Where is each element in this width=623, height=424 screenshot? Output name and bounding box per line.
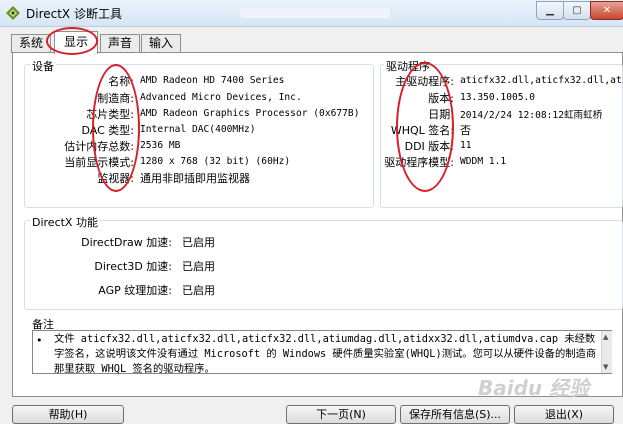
annotation-ellipse-device-labels — [92, 64, 140, 192]
main-driver-value: aticfx32.dll,aticfx32.dll,atic — [460, 75, 623, 86]
tab-input[interactable]: 输入 — [141, 34, 181, 53]
annotation-circle-tab — [46, 27, 98, 55]
scroll-down-icon[interactable]: ▼ — [603, 363, 608, 371]
chip-type-value: AMD Radeon Graphics Processor (0x677B) — [140, 108, 360, 119]
notes-text: 文件 aticfx32.dll,aticfx32.dll,aticfx32.dl… — [54, 333, 597, 375]
driver-model-value: WDDM 1.1 — [460, 156, 507, 167]
title-bar: DirectX 诊断工具 ▁ ▢ ✕ — [0, 0, 623, 27]
driver-version-value: 13.350.1005.0 — [460, 92, 536, 103]
display-mode-value: 1280 x 768 (32 bit) (60Hz) — [140, 156, 291, 167]
window-title: DirectX 诊断工具 — [26, 7, 122, 21]
agp-label: AGP 纹理加速: — [98, 284, 172, 297]
scroll-up-icon[interactable]: ▲ — [603, 333, 608, 341]
notes-bullet: • — [36, 334, 43, 347]
save-all-info-button[interactable]: 保存所有信息(S)... — [400, 405, 510, 424]
direct3d-label: Direct3D 加速: — [94, 260, 172, 273]
directdraw-value: 已启用 — [182, 236, 215, 249]
maximize-icon: ▢ — [572, 5, 582, 16]
annotation-ellipse-driver-labels — [396, 62, 454, 192]
help-button[interactable]: 帮助(H) — [12, 405, 124, 424]
exit-button[interactable]: 退出(X) — [514, 405, 614, 424]
whql-value: 否 — [460, 124, 471, 137]
total-memory-value: 2536 MB — [140, 140, 181, 151]
baidu-watermark: Baidu 经验 — [478, 376, 590, 400]
monitor-value: 通用非即插即用监视器 — [140, 172, 250, 185]
device-group-title: 设备 — [30, 58, 56, 74]
close-icon: ✕ — [602, 5, 612, 16]
dac-type-value: Internal DAC(400MHz) — [140, 124, 256, 135]
tab-sound[interactable]: 声音 — [100, 34, 140, 53]
minimize-button[interactable]: ▁ — [536, 1, 564, 20]
driver-date-value: 2014/2/24 12:08:12虹雨虹桥 — [460, 110, 603, 121]
tab-system[interactable]: 系统 — [11, 34, 51, 53]
maximize-button[interactable]: ▢ — [563, 1, 591, 20]
minimize-icon: ▁ — [546, 5, 554, 16]
agp-value: 已启用 — [182, 284, 215, 297]
directdraw-label: DirectDraw 加速: — [81, 236, 172, 249]
device-name-value: AMD Radeon HD 7400 Series — [140, 75, 285, 86]
next-page-button[interactable]: 下一页(N) — [286, 405, 396, 424]
direct3d-value: 已启用 — [182, 260, 215, 273]
manufacturer-value: Advanced Micro Devices, Inc. — [140, 92, 302, 103]
ddi-version-value: 11 — [460, 140, 472, 151]
titlebar-blur — [240, 8, 390, 18]
directx-features-title: DirectX 功能 — [30, 214, 100, 230]
close-button[interactable]: ✕ — [590, 1, 623, 20]
directx-icon — [6, 6, 20, 20]
